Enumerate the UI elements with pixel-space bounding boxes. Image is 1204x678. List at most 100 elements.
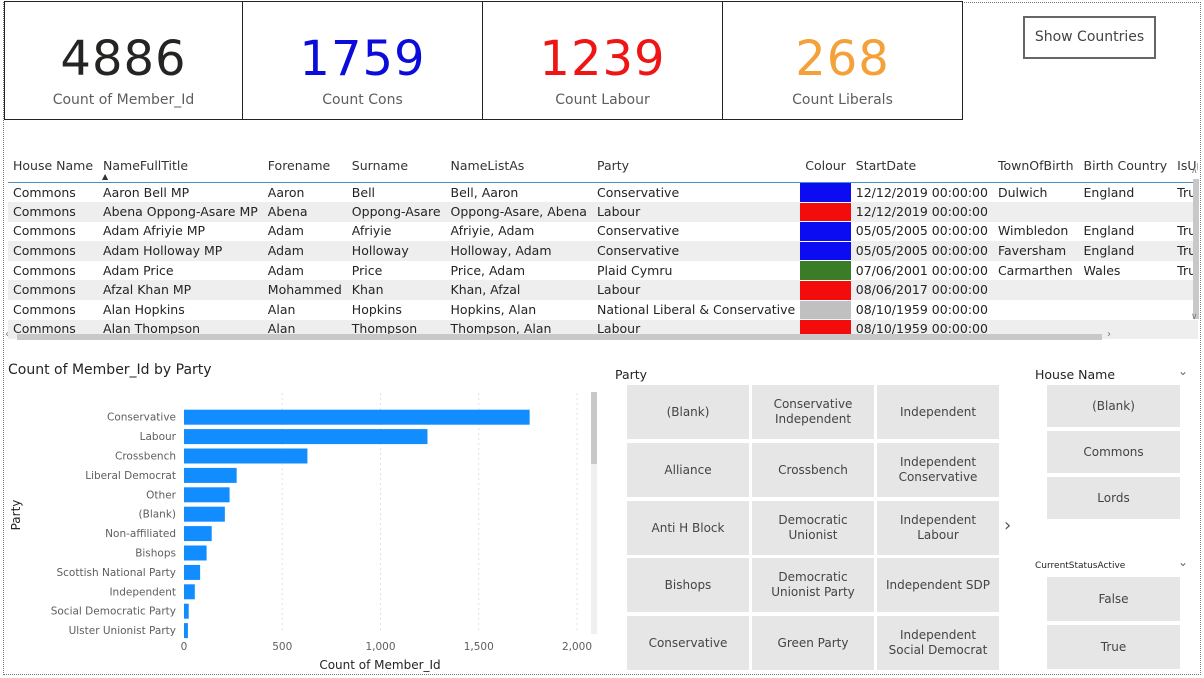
table-cell: Mohammed — [262, 280, 347, 301]
column-header[interactable]: Forename — [262, 148, 347, 183]
bar — [184, 467, 237, 483]
scroll-up-icon[interactable]: ∧ — [1191, 166, 1198, 176]
card-value: 1759 — [299, 31, 426, 87]
table-row[interactable]: Commons Afzal Khan MP Mohammed Khan Khan, Af… — [8, 279, 1198, 301]
table-body: Commons Aaron Bell MP Aaron Bell Bell, Aaron… — [8, 182, 1198, 339]
table-row[interactable]: Commons Adam Price Adam Price Price, Adam Pla… — [8, 260, 1198, 281]
scroll-right-icon[interactable]: › — [1107, 329, 1111, 340]
scroll-thumb[interactable] — [1193, 179, 1199, 319]
table-cell — [992, 202, 1079, 222]
house-option-blank[interactable]: (Blank) — [1047, 385, 1180, 427]
party-option[interactable]: Conservative — [627, 616, 749, 670]
y-tick-label: Social Democratic Party — [51, 606, 176, 618]
table-cell — [1079, 300, 1173, 320]
column-header[interactable]: StartDate — [850, 148, 993, 183]
status-option-false[interactable]: False — [1047, 577, 1180, 621]
bar — [184, 564, 201, 580]
table-cell: Adam — [267, 223, 304, 239]
table-cell: Afriyie — [351, 223, 392, 239]
table-cell: Commons — [8, 202, 99, 222]
scroll-left-icon[interactable]: ‹ — [5, 329, 9, 340]
chevron-down-icon[interactable]: ⌄ — [1178, 555, 1188, 569]
party-option[interactable]: Anti H Block — [627, 501, 749, 555]
scroll-thumb[interactable] — [17, 334, 1102, 340]
members-table: House Name NameFullTitle ▲ Forename Surname N… — [8, 148, 1198, 344]
card-cons-count: 1759 Count Cons — [242, 1, 483, 120]
table-cell: Bell — [351, 184, 376, 200]
bar — [184, 545, 207, 561]
party-slicer-title: Party — [615, 367, 648, 382]
table-row[interactable]: Commons Abena Oppong-Asare MP Abena Oppong-… — [8, 201, 1198, 222]
table-cell: Hopkins — [351, 301, 402, 317]
table-cell: Commons — [13, 262, 76, 278]
table-cell: Adam Afriyie MP — [103, 223, 206, 239]
column-header[interactable]: NameFullTitle ▲ — [98, 148, 263, 183]
y-tick-label: Non-affiliated — [105, 528, 176, 540]
table-cell: 05/05/2005 00:00:00 — [850, 241, 993, 261]
table-cell: Wales — [1083, 262, 1121, 278]
chevron-right-icon[interactable]: › — [1004, 515, 1011, 536]
column-header[interactable]: Surname — [346, 148, 446, 183]
table-cell: Carmarthen — [997, 262, 1073, 278]
table-cell: Alan — [267, 301, 296, 317]
bar — [184, 487, 230, 503]
y-tick-label: Bishops — [135, 548, 176, 560]
card-value: 268 — [795, 31, 890, 87]
scroll-thumb[interactable] — [591, 392, 597, 464]
table-horizontal-scrollbar[interactable]: ‹ › — [5, 329, 1187, 341]
column-header[interactable]: NameListAs — [445, 148, 592, 183]
table-cell: Adam — [262, 241, 347, 261]
column-header[interactable]: Birth Country — [1078, 148, 1173, 183]
party-option[interactable]: Green Party — [752, 616, 874, 670]
party-option[interactable]: (Blank) — [627, 385, 749, 439]
party-option[interactable]: Independent Social Democrat — [877, 616, 999, 670]
y-tick-label: Scottish National Party — [56, 567, 176, 579]
table-row[interactable]: Commons Adam Holloway MP Adam Holloway Hollo… — [8, 240, 1198, 261]
card-member-count: 4886 Count of Member_Id — [4, 1, 243, 120]
column-header[interactable]: TownOfBirth — [992, 148, 1079, 183]
table-row[interactable]: Commons Aaron Bell MP Aaron Bell Bell, Aaron… — [8, 182, 1198, 203]
show-countries-button[interactable]: Show Countries — [1023, 16, 1156, 59]
party-option[interactable]: Independent — [877, 385, 999, 439]
party-option[interactable]: Independent Conservative — [877, 443, 999, 497]
party-option[interactable]: Conservative Independent — [752, 385, 874, 439]
column-header[interactable]: House Name — [8, 148, 99, 183]
table-cell: Afriyie, Adam — [450, 223, 535, 239]
party-option[interactable]: Bishops — [627, 558, 749, 612]
table-cell: 08/06/2017 00:00:00 — [850, 280, 993, 301]
y-tick-label: Conservative — [107, 412, 176, 424]
table-cell: 12/12/2019 00:00:00 — [850, 202, 993, 222]
table-row[interactable]: Commons Adam Afriyie MP Adam Afriyie Afriyie… — [8, 221, 1198, 242]
table-cell: Oppong-Asare — [346, 202, 446, 222]
colour-swatch — [800, 201, 851, 222]
party-option[interactable]: Democratic Unionist Party — [752, 558, 874, 612]
table-cell: Faversham — [992, 241, 1079, 261]
chevron-down-icon[interactable]: ⌄ — [1178, 364, 1188, 378]
card-label: Count Cons — [322, 92, 403, 108]
chart-scrollbar[interactable] — [591, 392, 597, 634]
table-cell: Khan — [346, 280, 446, 301]
party-option[interactable]: Democratic Unionist — [752, 501, 874, 555]
table-vertical-scrollbar[interactable]: ∧ ∨ — [1191, 152, 1200, 324]
colour-swatch — [800, 299, 851, 320]
party-option[interactable]: Crossbench — [752, 443, 874, 497]
x-tick-label: 0 — [181, 641, 188, 653]
table-cell — [1078, 280, 1173, 301]
table-row[interactable]: Commons Alan Hopkins Alan Hopkins Hopkins, A… — [8, 299, 1198, 320]
x-tick-label: 2,000 — [562, 641, 592, 653]
party-option[interactable]: Independent Labour — [877, 501, 999, 555]
house-option-lords[interactable]: Lords — [1047, 477, 1180, 519]
party-option[interactable]: Alliance — [627, 443, 749, 497]
card-value: 4886 — [60, 31, 187, 87]
house-slicer-title: House Name — [1035, 367, 1116, 382]
party-option[interactable]: Independent SDP — [877, 558, 999, 612]
column-header[interactable]: Colour — [800, 148, 851, 183]
sort-ascending-icon[interactable]: ▲ — [102, 172, 108, 181]
status-option-true[interactable]: True — [1047, 625, 1180, 669]
scroll-down-icon[interactable]: ∨ — [1191, 312, 1198, 322]
house-option-commons[interactable]: Commons — [1047, 431, 1180, 473]
table-cell: Price — [351, 262, 383, 278]
card-value: 1239 — [539, 31, 666, 87]
chart-title: Count of Member_Id by Party — [8, 362, 212, 378]
column-header[interactable]: Party — [591, 148, 801, 183]
